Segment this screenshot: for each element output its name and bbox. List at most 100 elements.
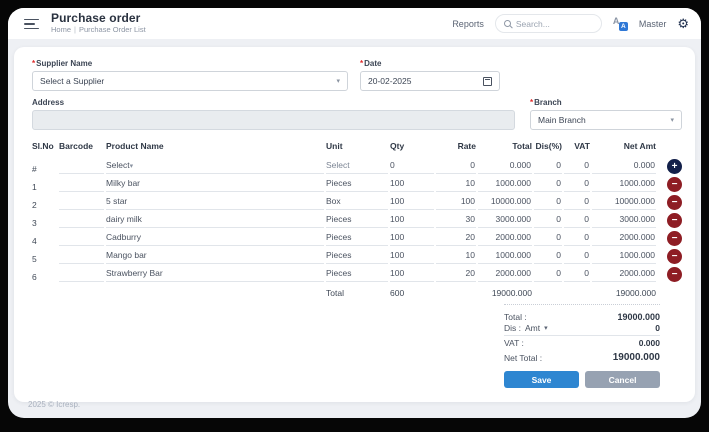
search-icon [503,20,511,27]
breadcrumb-current: Purchase Order List [78,25,146,35]
row-rate[interactable]: 100 [436,195,476,210]
row-unit[interactable]: Pieces [326,213,388,228]
add-row-button[interactable]: + [667,158,682,174]
table-row: 4 Cadburry Pieces 100 20 2000.000 0 0 20… [32,228,682,246]
date-input[interactable]: 20-02-2025 [360,71,500,91]
table-row: 6 Strawberry Bar Pieces 100 20 2000.000 … [32,264,682,282]
row-unit[interactable]: Box [326,195,388,210]
summary-panel: Total : 19000.000 Dis : Amt ▾ 0 VAT : 0.… [504,304,660,388]
entry-vat-input[interactable]: 0 [564,159,590,174]
row-total: 3000.000 [478,213,532,228]
page-title: Purchase order [51,11,141,26]
row-vat[interactable]: 0 [564,195,590,210]
row-vat[interactable]: 0 [564,213,590,228]
branch-select[interactable]: Main Branch ▾ [530,110,682,130]
row-dis[interactable]: 0 [534,249,562,264]
language-translate-icon[interactable]: A A [613,16,628,31]
calendar-icon[interactable] [483,76,492,86]
row-qty[interactable]: 100 [390,267,434,282]
row-qty[interactable]: 100 [390,231,434,246]
purchase-order-card: *Supplier Name Select a Supplier ▾ *Date… [14,47,695,402]
entry-barcode-input[interactable] [59,165,104,174]
remove-row-button[interactable]: − [667,266,682,282]
row-vat[interactable]: 0 [564,267,590,282]
row-product[interactable]: Mango bar [106,249,324,264]
remove-row-button[interactable]: − [667,176,682,192]
supplier-select-value: Select a Supplier [40,76,105,86]
row-product[interactable]: Milky bar [106,177,324,192]
row-dis[interactable]: 0 [534,267,562,282]
search-input[interactable] [515,18,593,29]
supplier-select[interactable]: Select a Supplier ▾ [32,71,348,91]
summary-nettotal-label: Net Total : [504,352,543,363]
required-mark: * [360,59,364,68]
chevron-down-icon: ▾ [544,325,548,332]
entry-unit-select[interactable]: Select [326,159,388,174]
row-qty[interactable]: 100 [390,213,434,228]
remove-row-button[interactable]: − [667,212,682,228]
row-dis[interactable]: 0 [534,213,562,228]
row-rate[interactable]: 10 [436,177,476,192]
chevron-down-icon: ▾ [129,162,134,170]
row-unit[interactable]: Pieces [326,231,388,246]
date-field: *Date 20-02-2025 [360,59,500,91]
row-rate[interactable]: 30 [436,213,476,228]
row-unit[interactable]: Pieces [326,249,388,264]
master-link[interactable]: Master [639,19,667,29]
row-rate[interactable]: 20 [436,267,476,282]
row-netamt: 1000.000 [592,249,656,264]
remove-row-button[interactable]: − [667,248,682,264]
breadcrumb-home[interactable]: Home [51,25,71,34]
row-unit[interactable]: Pieces [326,177,388,192]
row-slno: 3 [32,218,37,228]
table-header-row: Sl.No Barcode Product Name Unit Qty Rate… [32,141,682,156]
row-barcode[interactable] [59,237,104,246]
row-rate[interactable]: 10 [436,249,476,264]
header-actions: Reports A A Master ⚙ [452,14,689,33]
row-product[interactable]: dairy milk [106,213,324,228]
summary-total-label: Total : [504,311,527,322]
summary-vat-label: VAT : [504,337,524,348]
row-vat[interactable]: 0 [564,177,590,192]
address-input[interactable] [32,110,515,130]
search-box[interactable] [494,14,602,33]
row-qty[interactable]: 100 [390,195,434,210]
cancel-button[interactable]: Cancel [585,371,660,388]
row-barcode[interactable] [59,183,104,192]
row-product[interactable]: Strawberry Bar [106,267,324,282]
remove-row-button[interactable]: − [667,230,682,246]
row-qty[interactable]: 100 [390,177,434,192]
row-product[interactable]: 5 star [106,195,324,210]
row-barcode[interactable] [59,273,104,282]
row-vat[interactable]: 0 [564,231,590,246]
row-rate[interactable]: 20 [436,231,476,246]
action-buttons: Save Cancel [504,371,660,388]
table-row: 5 Mango bar Pieces 100 10 1000.000 0 0 1… [32,246,682,264]
menu-toggle-icon[interactable] [24,18,39,30]
discount-mode-select[interactable]: Amt ▾ [525,323,548,333]
col-dis: Dis(%) [535,141,562,151]
save-button[interactable]: Save [504,371,579,388]
summary-discount-value[interactable]: 0 [655,323,660,333]
remove-row-button[interactable]: − [667,194,682,210]
row-dis[interactable]: 0 [534,195,562,210]
row-dis[interactable]: 0 [534,177,562,192]
entry-product-select[interactable]: Select▾ [106,159,324,174]
reports-link[interactable]: Reports [452,19,484,29]
entry-dis-input[interactable]: 0 [534,159,562,174]
row-barcode[interactable] [59,201,104,210]
branch-select-value: Main Branch [538,115,586,125]
row-product[interactable]: Cadburry [106,231,324,246]
settings-gear-icon[interactable]: ⚙ [677,17,689,30]
entry-rate-input[interactable]: 0 [436,159,476,174]
row-dis[interactable]: 0 [534,231,562,246]
row-barcode[interactable] [59,219,104,228]
summary-vat-row: VAT : 0.000 [504,336,660,349]
row-vat[interactable]: 0 [564,249,590,264]
row-qty[interactable]: 100 [390,249,434,264]
required-mark: * [530,98,534,107]
form-row-2: Address *Branch Main Branch ▾ [32,98,682,130]
row-unit[interactable]: Pieces [326,267,388,282]
entry-qty-input[interactable]: 0 [390,159,434,174]
row-barcode[interactable] [59,255,104,264]
